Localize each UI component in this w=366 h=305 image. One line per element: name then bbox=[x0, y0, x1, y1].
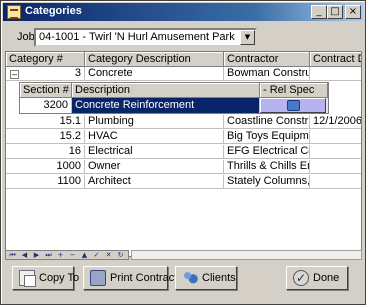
category-description-cell[interactable]: Architect bbox=[85, 175, 224, 189]
category-description-cell[interactable]: Concrete bbox=[85, 67, 224, 81]
column-header-contractor[interactable]: Contractor bbox=[224, 52, 310, 67]
nav-refresh-icon[interactable]: ↻ bbox=[115, 251, 126, 259]
categories-window: Categories _ □ × Job: 04-1001 - Twirl 'N… bbox=[0, 0, 366, 305]
done-icon: ✓ bbox=[293, 270, 309, 286]
table-row[interactable]: 1000 Owner Thrills & Chills Entertair bbox=[6, 160, 361, 174]
table-row[interactable]: – 3 Concrete Bowman Construction bbox=[6, 67, 361, 81]
copy-to-button[interactable]: Copy To bbox=[12, 266, 79, 290]
clients-icon bbox=[182, 270, 198, 286]
categories-grid: Category # Category Description Contract… bbox=[5, 51, 362, 257]
print-icon bbox=[90, 270, 106, 286]
category-description-cell[interactable]: HVAC bbox=[85, 130, 224, 144]
rel-spec-button[interactable] bbox=[260, 98, 326, 113]
contractor-cell[interactable]: Bowman Construction bbox=[224, 67, 310, 81]
done-label: Done bbox=[313, 272, 340, 284]
subgrid-header-description[interactable]: Description bbox=[72, 83, 260, 98]
nav-last-icon[interactable]: ⏭ bbox=[43, 251, 54, 259]
window-title: Categories bbox=[25, 5, 82, 17]
copy-to-label: Copy To bbox=[39, 272, 80, 284]
contractor-cell[interactable]: Big Toys Equipment Re bbox=[224, 130, 310, 144]
copy-icon bbox=[19, 270, 36, 287]
contract-date-cell[interactable] bbox=[310, 67, 361, 81]
contractor-cell[interactable]: Thrills & Chills Entertair bbox=[224, 160, 310, 174]
title-bar[interactable]: Categories _ □ × bbox=[3, 3, 363, 21]
subgrid-header-rel-spec[interactable]: - Rel Spec bbox=[260, 83, 328, 98]
horizontal-scrollbar[interactable] bbox=[131, 250, 362, 260]
minimize-button[interactable]: _ bbox=[311, 5, 327, 19]
done-button[interactable]: ✓ Done bbox=[286, 266, 348, 290]
category-num-cell[interactable]: 3 bbox=[22, 67, 85, 81]
category-description-cell[interactable]: Owner bbox=[85, 160, 224, 174]
record-navigator: ⏮ ◀ ▶ ⏭ + − ▲ ✓ ✕ ↻ bbox=[5, 250, 129, 260]
nav-post-icon[interactable]: ✓ bbox=[91, 251, 102, 259]
nav-up-icon[interactable]: ▲ bbox=[79, 251, 90, 259]
nav-prev-icon[interactable]: ◀ bbox=[19, 251, 30, 259]
table-row[interactable]: 16 Electrical EFG Electrical Contract bbox=[6, 145, 361, 159]
clients-button[interactable]: Clients bbox=[175, 266, 237, 290]
sections-subgrid: Section # Description - Rel Spec 3200 Co… bbox=[19, 82, 329, 114]
collapse-icon[interactable]: – bbox=[10, 70, 19, 79]
job-select[interactable]: 04-1001 - Twirl 'N Hurl Amusement Park ▼ bbox=[34, 28, 257, 47]
contract-date-cell[interactable]: 12/1/2006 bbox=[310, 115, 361, 129]
nav-insert-icon[interactable]: + bbox=[55, 251, 66, 259]
maximize-button[interactable]: □ bbox=[327, 5, 343, 19]
section-description-cell[interactable]: Concrete Reinforcement bbox=[72, 98, 260, 113]
app-icon bbox=[7, 5, 21, 19]
contract-date-cell[interactable] bbox=[310, 145, 361, 159]
dropdown-arrow-icon[interactable]: ▼ bbox=[240, 30, 255, 45]
table-row[interactable]: 15.1 Plumbing Coastline Construction 12/… bbox=[6, 115, 361, 129]
nav-next-icon[interactable]: ▶ bbox=[31, 251, 42, 259]
category-description-cell[interactable]: Plumbing bbox=[85, 115, 224, 129]
print-contracts-button[interactable]: Print Contracts bbox=[83, 266, 183, 290]
category-num-cell[interactable]: 1100 bbox=[6, 175, 85, 189]
document-link-icon bbox=[287, 100, 300, 111]
category-num-cell[interactable]: 15.2 bbox=[6, 130, 85, 144]
nav-cancel-icon[interactable]: ✕ bbox=[103, 251, 114, 259]
category-num-cell[interactable]: 1000 bbox=[6, 160, 85, 174]
subgrid-row[interactable]: 3200 Concrete Reinforcement bbox=[20, 98, 328, 113]
column-header-category-num[interactable]: Category # bbox=[6, 52, 85, 67]
contract-date-cell[interactable] bbox=[310, 175, 361, 189]
category-num-cell[interactable]: 16 bbox=[6, 145, 85, 159]
column-header-contract-date[interactable]: Contract Da bbox=[310, 52, 361, 67]
section-num-cell[interactable]: 3200 bbox=[20, 98, 72, 113]
category-num-cell[interactable]: 15.1 bbox=[6, 115, 85, 129]
column-header-description[interactable]: Category Description bbox=[85, 52, 224, 67]
table-row[interactable]: 1100 Architect Stately Columns, Inc. bbox=[6, 175, 361, 189]
print-contracts-label: Print Contracts bbox=[110, 272, 183, 284]
clients-label: Clients bbox=[202, 272, 236, 284]
contract-date-cell[interactable] bbox=[310, 130, 361, 144]
contractor-cell[interactable]: EFG Electrical Contract bbox=[224, 145, 310, 159]
contractor-cell[interactable]: Stately Columns, Inc. bbox=[224, 175, 310, 189]
close-button[interactable]: × bbox=[345, 5, 361, 19]
nav-first-icon[interactable]: ⏮ bbox=[7, 251, 18, 259]
contractor-cell[interactable]: Coastline Construction bbox=[224, 115, 310, 129]
subgrid-header-section-num[interactable]: Section # bbox=[20, 83, 72, 98]
nav-delete-icon[interactable]: − bbox=[67, 251, 78, 259]
job-select-value: 04-1001 - Twirl 'N Hurl Amusement Park bbox=[39, 31, 235, 43]
table-row[interactable]: 15.2 HVAC Big Toys Equipment Re bbox=[6, 130, 361, 144]
contract-date-cell[interactable] bbox=[310, 160, 361, 174]
category-description-cell[interactable]: Electrical bbox=[85, 145, 224, 159]
